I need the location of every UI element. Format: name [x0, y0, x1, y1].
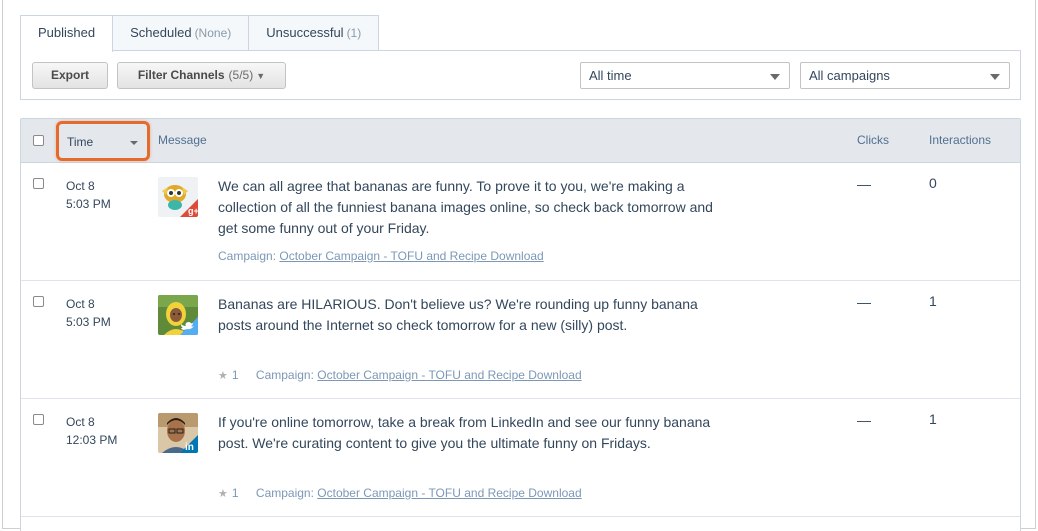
row-time: 5:03 PM	[66, 197, 111, 211]
toolbar: Export Filter Channels (5/5) ▼ All time Al…	[20, 50, 1021, 100]
row-datetime: Oct 8 5:03 PM	[66, 295, 111, 331]
star-icon: ★	[218, 370, 228, 382]
row-time: 12:03 PM	[66, 433, 118, 447]
campaign-link[interactable]: October Campaign - TOFU and Recipe Downl…	[317, 368, 581, 382]
table-row: Oct 8 5:03 PM g+ We can all agree that b…	[21, 163, 1020, 281]
table-header: Time Message Clicks Interactions	[21, 119, 1020, 163]
campaign-prefix: Campaign:	[255, 486, 314, 500]
message-header: Message	[158, 133, 207, 147]
select-all-checkbox[interactable]	[33, 135, 44, 146]
post-meta: ★ 1 Campaign: October Campaign - TOFU and…	[218, 368, 582, 382]
clicks-value: —	[857, 176, 871, 192]
filter-channels-label: Filter Channels	[137, 68, 225, 82]
row-datetime: Oct 8 5:03 PM	[66, 177, 111, 213]
person-avatar-icon	[158, 295, 198, 335]
row-datetime: Oct 8 12:03 PM	[66, 413, 117, 449]
filter-channels-count: (5/5)	[228, 68, 254, 82]
tab-scheduled-count: (None)	[194, 26, 232, 40]
row-date: Oct 8	[66, 179, 95, 193]
svg-text:in: in	[185, 442, 194, 453]
export-button-label: Export	[50, 68, 89, 82]
interactions-value[interactable]: 0	[929, 175, 937, 191]
campaign-prefix: Campaign:	[255, 368, 314, 382]
row-date: Oct 8	[66, 415, 95, 429]
tab-published-label: Published	[38, 25, 96, 40]
row-checkbox[interactable]	[33, 414, 44, 425]
table-row: Oct 8 12:03 PM in If you're online tomor…	[21, 399, 1020, 517]
row-date: Oct 8	[66, 297, 95, 311]
filter-channels-button[interactable]: Filter Channels (5/5) ▼	[117, 62, 286, 89]
time-range-value: All time	[589, 68, 632, 83]
post-message: If you're online tomorrow, take a break …	[218, 414, 711, 451]
tab-unsuccessful-count: (1)	[346, 26, 362, 40]
published-table: Time Message Clicks Interactions Oct 8 5…	[20, 118, 1021, 531]
row-checkbox[interactable]	[33, 178, 44, 189]
dropdown-arrow-icon	[990, 74, 1000, 80]
clicks-header[interactable]: Clicks	[857, 133, 889, 147]
favorite-count: 1	[231, 486, 239, 500]
clicks-value: —	[857, 294, 871, 310]
person-avatar-icon: in	[158, 413, 198, 453]
twitter-avatar	[158, 295, 198, 335]
tab-scheduled-label: Scheduled	[130, 25, 192, 40]
tab-unsuccessful-label: Unsuccessful	[266, 25, 344, 40]
google-plus-avatar: g+	[158, 177, 198, 217]
linkedin-avatar: in	[158, 413, 198, 453]
interactions-value[interactable]: 1	[929, 411, 937, 427]
post-message: Bananas are HILARIOUS. Don't believe us?…	[218, 296, 698, 333]
tab-published[interactable]: Published	[20, 15, 114, 52]
sort-caret-icon	[130, 141, 138, 145]
mascot-avatar-icon: g+	[158, 177, 198, 217]
tab-bar: Published Scheduled (None) Unsuccessful (1…	[20, 15, 380, 52]
clicks-value: —	[857, 412, 871, 428]
row-time: 5:03 PM	[66, 315, 111, 329]
svg-text:g+: g+	[188, 206, 198, 216]
campaign-link[interactable]: October Campaign - TOFU and Recipe Downl…	[317, 486, 581, 500]
time-sort-header[interactable]: Time	[56, 121, 150, 161]
post-message: We can all agree that bananas are funny.…	[218, 178, 713, 236]
row-checkbox[interactable]	[33, 296, 44, 307]
campaign-prefix: Campaign:	[218, 249, 277, 263]
time-header-label: Time	[67, 135, 94, 149]
campaign-select-value: All campaigns	[809, 68, 890, 83]
dropdown-arrow-icon	[770, 74, 780, 80]
caret-down-icon: ▼	[256, 71, 266, 81]
post-meta: ★ 1 Campaign: October Campaign - TOFU and…	[218, 486, 582, 500]
export-button[interactable]: Export	[32, 62, 108, 89]
time-range-select[interactable]: All time	[580, 62, 790, 89]
campaign-select[interactable]: All campaigns	[800, 62, 1010, 89]
star-icon: ★	[218, 488, 228, 500]
interactions-value[interactable]: 1	[929, 293, 937, 309]
post-meta: Campaign: October Campaign - TOFU and Re…	[218, 249, 544, 263]
campaign-link[interactable]: October Campaign - TOFU and Recipe Downl…	[279, 249, 543, 263]
tab-unsuccessful[interactable]: Unsuccessful (1)	[248, 15, 380, 51]
favorite-count: 1	[231, 368, 239, 382]
interactions-header[interactable]: Interactions	[929, 133, 991, 147]
tab-scheduled[interactable]: Scheduled (None)	[112, 15, 250, 51]
table-row: Oct 8 5:03 PM Bananas are HILARIOUS. Don…	[21, 281, 1020, 399]
